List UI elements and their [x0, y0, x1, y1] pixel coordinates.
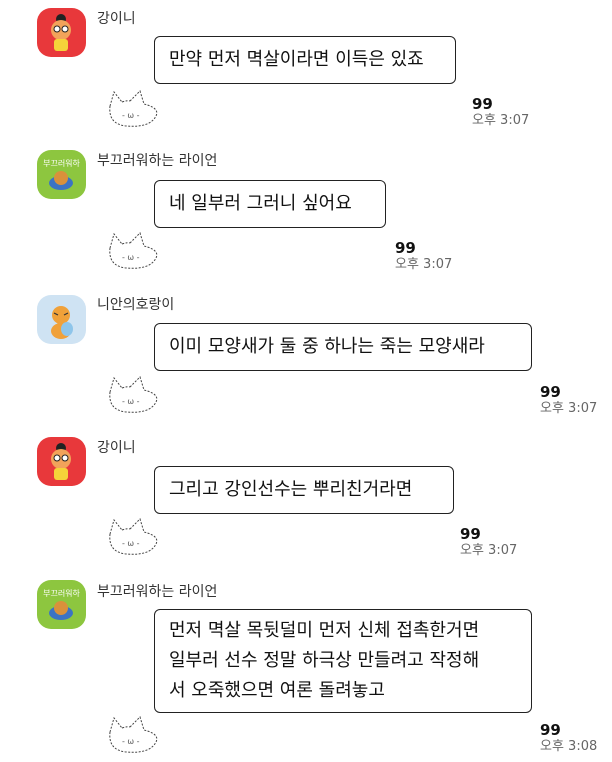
message-text: 네 일부러 그러니 싶어요 [169, 193, 352, 214]
cat-sticker-icon: - ω - [109, 518, 158, 555]
avatar[interactable] [37, 295, 86, 344]
message-meta: 99 오후 3:07 [540, 384, 612, 418]
timestamp: 오후 3:07 [540, 401, 598, 416]
message-meta: 99 오후 3:08 [540, 722, 612, 756]
message-line: 일부러 선수 정말 하극상 만들려고 작정해 [169, 650, 480, 671]
message-line: 서 오죽했으면 여론 돌려놓고 [169, 680, 385, 701]
tiger-icon [37, 295, 86, 344]
cat-sticker-icon: - ω - [109, 232, 158, 269]
timestamp: 오후 3:07 [460, 543, 518, 558]
svg-text:- ω -: - ω - [122, 111, 140, 120]
message-meta: 99 오후 3:07 [460, 526, 517, 560]
message-bubble[interactable]: 만약 먼저 멱살이라면 이득은 있죠 [154, 36, 456, 84]
cat-sticker-icon: - ω - [109, 376, 158, 413]
svg-text:- ω -: - ω - [122, 539, 140, 548]
sender-name: 강이니 [97, 11, 136, 27]
svg-text:- ω -: - ω - [122, 397, 140, 406]
cat-sticker-icon: - ω - [109, 716, 158, 753]
avatar[interactable] [37, 437, 86, 486]
unread-count: 99 [395, 239, 416, 257]
unread-count: 99 [460, 525, 481, 543]
message-text: 만약 먼저 멱살이라면 이득은 있죠 [169, 49, 424, 70]
sender-name: 강이니 [97, 440, 136, 456]
message-bubble[interactable]: 네 일부러 그러니 싶어요 [154, 180, 386, 228]
cat-sticker-icon: - ω - [109, 90, 158, 127]
message-bubble[interactable]: 먼저 멱살 목뒷덜미 먼저 신체 접촉한거면 일부러 선수 정말 하극상 만들려… [154, 609, 532, 713]
avatar[interactable] [37, 8, 86, 57]
message-meta: 99 오후 3:07 [395, 240, 452, 274]
avatar[interactable]: 부끄러워하 [37, 150, 86, 199]
timestamp: 오후 3:08 [540, 739, 598, 754]
kakao-apeach-icon [37, 437, 86, 486]
message-line: 먼저 멱살 목뒷덜미 먼저 신체 접촉한거면 [169, 620, 480, 641]
unread-count: 99 [472, 95, 493, 113]
message-bubble[interactable]: 이미 모양새가 둘 중 하나는 죽는 모양새라 [154, 323, 532, 371]
kakao-apeach-icon [37, 8, 86, 57]
message-text: 그리고 강인선수는 뿌리친거라면 [169, 479, 413, 500]
svg-text:- ω -: - ω - [122, 737, 140, 746]
sender-name: 부끄러워하는 라이언 [97, 153, 218, 169]
timestamp: 오후 3:07 [472, 113, 530, 128]
avatar-caption: 부끄러워하 [43, 589, 80, 598]
svg-text:- ω -: - ω - [122, 253, 140, 262]
avatar[interactable]: 부끄러워하 [37, 580, 86, 629]
message-bubble[interactable]: 그리고 강인선수는 뿌리친거라면 [154, 466, 454, 514]
sender-name: 부끄러워하는 라이언 [97, 584, 218, 600]
message-text: 이미 모양새가 둘 중 하나는 죽는 모양새라 [169, 336, 485, 357]
sender-name: 니안의호랑이 [97, 297, 175, 313]
unread-count: 99 [540, 722, 561, 739]
timestamp: 오후 3:07 [395, 257, 453, 272]
message-meta: 99 오후 3:07 [472, 96, 529, 130]
avatar-caption: 부끄러워하 [43, 159, 80, 168]
unread-count: 99 [540, 384, 561, 401]
